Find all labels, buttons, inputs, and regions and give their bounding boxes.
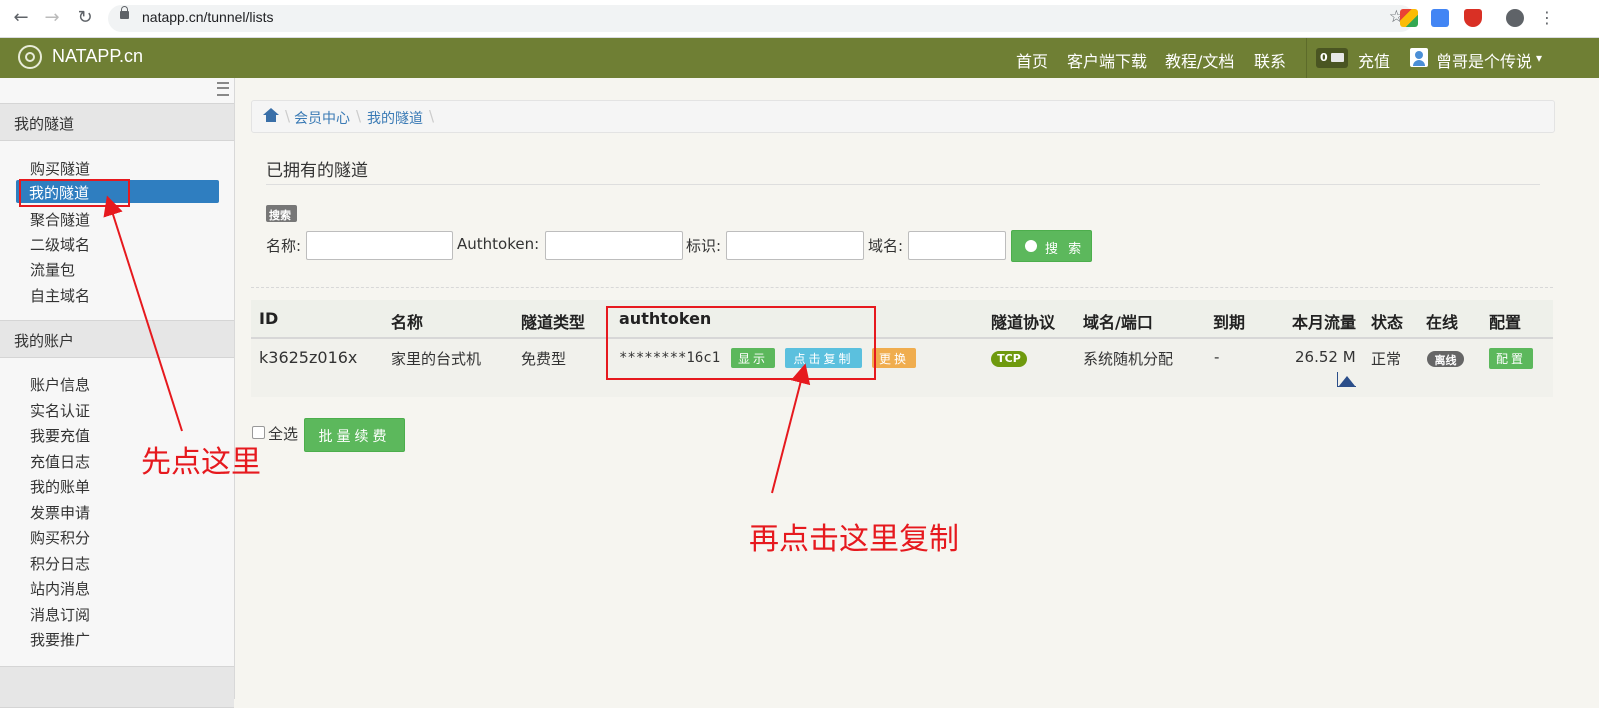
- annotation-arrow-second: [771, 363, 811, 494]
- annotation-first-step: 先点这里: [141, 445, 261, 480]
- annotation-second-step: 再点击这里复制: [749, 522, 959, 557]
- annotation-arrow-first: [103, 195, 183, 432]
- annotation-arrows: [103, 195, 811, 494]
